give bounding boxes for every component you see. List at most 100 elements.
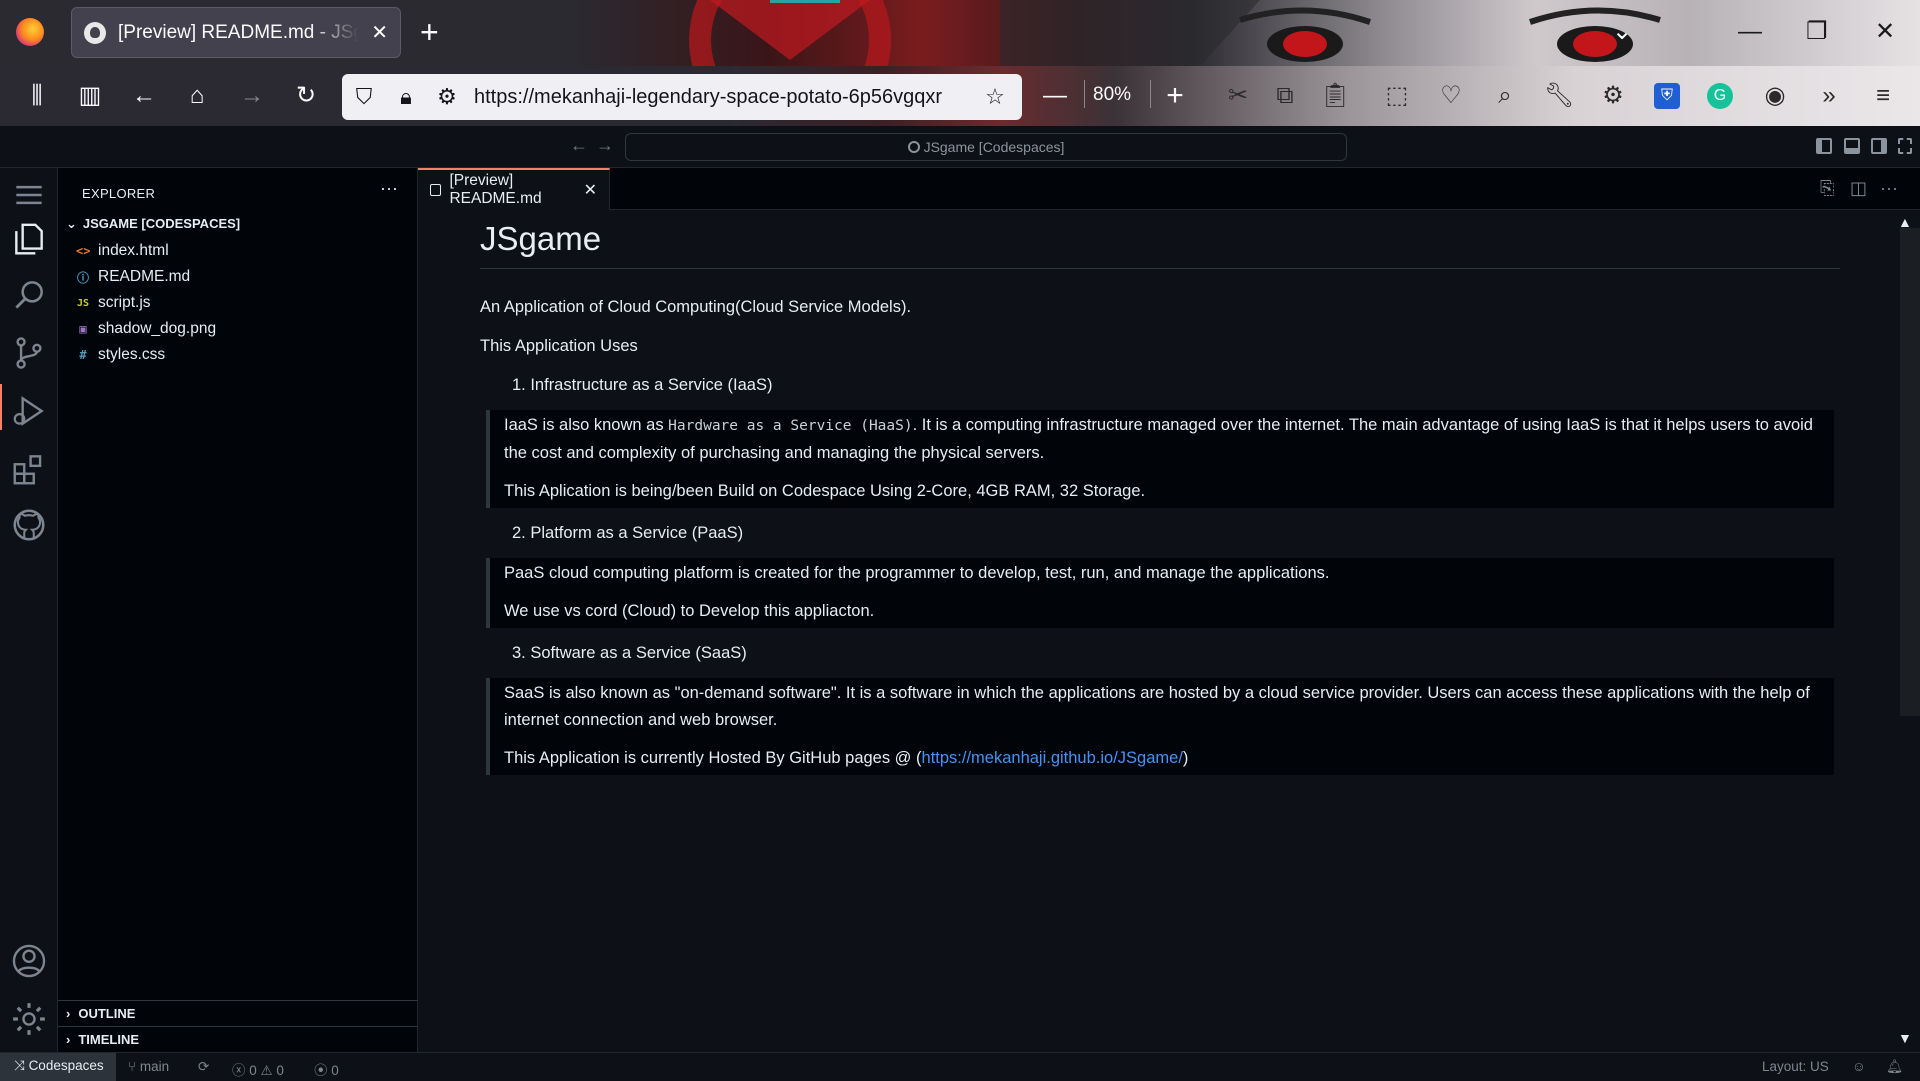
extensions-icon[interactable] — [10, 450, 48, 488]
inline-code: Hardware as a Service (HaaS) — [668, 418, 913, 434]
permissions-icon[interactable]: ⚙︎ — [434, 84, 460, 110]
command-center[interactable]: JSgame [Codespaces] — [625, 133, 1347, 161]
url-text[interactable]: https://mekanhaji-legendary-space-potato… — [474, 86, 974, 109]
hamburger-menu-icon[interactable] — [10, 176, 48, 214]
devtools-wrench-icon[interactable]: 🔧︎ — [1542, 79, 1576, 113]
run-and-debug-icon[interactable] — [10, 392, 48, 430]
remote-indicator[interactable]: ⤨ Codespaces — [0, 1053, 116, 1081]
go-forward-icon[interactable]: → — [596, 135, 614, 156]
markdown-preview: JSgame An Application of Cloud Computing… — [480, 220, 1840, 786]
notifications-bell-icon[interactable]: 🔔︎ — [1886, 1059, 1903, 1075]
image-file-icon: ▣ — [79, 322, 87, 336]
ports-indicator[interactable]: ⦿ 0 — [314, 1059, 339, 1079]
feedback-icon[interactable]: ☺ — [1852, 1059, 1866, 1074]
grammarly-extension-icon[interactable]: G — [1707, 83, 1733, 109]
timeline-section[interactable]: › TIMELINE — [58, 1026, 418, 1052]
new-tab-button[interactable]: + — [420, 14, 439, 50]
search-icon[interactable]: ⌕ — [1488, 79, 1522, 113]
readme-uses: This Application Uses — [480, 337, 638, 355]
zoom-out-button[interactable]: — — [1038, 79, 1072, 113]
close-editor-icon[interactable]: ✕ — [584, 180, 597, 200]
info-file-icon: ⓘ — [76, 270, 89, 285]
scroll-up-icon[interactable]: ▲ — [1898, 214, 1912, 230]
preview-icon — [430, 184, 442, 196]
copy-icon[interactable]: ⧉ — [1268, 79, 1302, 113]
list-item-paas: 2. Platform as a Service (PaaS) — [512, 524, 744, 542]
close-window-icon[interactable]: ✕ — [1875, 14, 1895, 50]
library-icon[interactable]: ⫼ — [20, 79, 54, 113]
scroll-down-icon[interactable]: ▼ — [1898, 1030, 1912, 1046]
remote-label: Codespaces — [28, 1058, 104, 1073]
github-icon[interactable] — [10, 506, 48, 544]
explorer-files-icon[interactable] — [10, 220, 48, 258]
file-index-html[interactable]: <> index.html — [76, 238, 169, 264]
app-menu-icon[interactable]: ≡ — [1866, 79, 1900, 113]
close-tab-icon[interactable]: ✕ — [371, 20, 388, 45]
file-shadow-dog-png[interactable]: ▣ shadow_dog.png — [76, 316, 216, 342]
editor-more-actions-icon[interactable]: ··· — [1880, 178, 1898, 199]
sidebar-toggle-icon[interactable]: ▥ — [73, 79, 107, 113]
zoom-level[interactable]: 80% — [1093, 84, 1131, 106]
iaas-note: This Aplication is being/been Build on C… — [504, 482, 1146, 500]
screenshot-icon[interactable]: ⬚ — [1380, 79, 1414, 113]
file-readme-md[interactable]: ⓘ README.md — [76, 264, 190, 290]
toggle-panel-icon[interactable] — [1844, 138, 1860, 154]
overflow-chevrons-icon[interactable]: » — [1812, 79, 1846, 113]
go-back-icon[interactable]: ← — [570, 135, 588, 156]
customize-layout-icon[interactable] — [1898, 138, 1912, 154]
settings-gear-icon[interactable]: ⚙ — [1596, 79, 1630, 113]
search-icon — [907, 141, 920, 153]
toggle-secondary-sidebar-icon[interactable] — [1871, 138, 1887, 154]
error-icon: ⓧ — [232, 1063, 250, 1078]
search-icon[interactable] — [10, 276, 48, 314]
editor-tab-readme-preview[interactable]: [Preview] README.md ✕ — [418, 168, 610, 210]
list-all-tabs-icon[interactable]: ⌄ — [1612, 14, 1632, 50]
pocket-icon[interactable]: ♡ — [1434, 79, 1468, 113]
sync-icon[interactable]: ⟳ — [198, 1059, 209, 1075]
restore-window-icon[interactable]: ❐ — [1806, 14, 1828, 50]
browser-tab-active[interactable]: [Preview] README.md - JSgame [Codespaces… — [71, 7, 401, 58]
bookmark-star-icon[interactable]: ☆ — [982, 84, 1008, 110]
preview-scrollbar[interactable] — [1896, 210, 1920, 1052]
toggle-primary-sidebar-icon[interactable] — [1816, 138, 1832, 154]
accounts-icon[interactable] — [10, 942, 48, 980]
split-editor-icon[interactable]: ◫ — [1850, 178, 1867, 199]
file-styles-css[interactable]: # styles.css — [76, 342, 165, 368]
manage-gear-icon[interactable] — [10, 1000, 48, 1038]
github-pages-link[interactable]: https://mekanhaji.github.io/JSgame/ — [922, 749, 1183, 767]
bitwarden-extension-icon[interactable]: ⛨ — [1654, 83, 1680, 109]
outline-label: OUTLINE — [78, 1006, 136, 1021]
chevron-right-icon: › — [66, 1032, 71, 1047]
remote-icon: ⤨ — [14, 1058, 29, 1073]
paste-icon[interactable]: 📋︎ — [1318, 79, 1352, 113]
keyboard-layout[interactable]: Layout: US — [1762, 1059, 1829, 1074]
command-center-label: JSgame [Codespaces] — [923, 139, 1065, 155]
lock-icon[interactable]: 🔒︎ — [393, 84, 419, 110]
open-source-icon[interactable]: ⎘ — [1820, 178, 1834, 199]
zoom-in-button[interactable]: + — [1158, 79, 1192, 113]
reload-icon[interactable]: ↻ — [289, 79, 323, 113]
file-script-js[interactable]: JS script.js — [76, 290, 151, 316]
back-arrow-icon[interactable]: ← — [127, 79, 161, 113]
github-favicon-icon — [84, 21, 106, 44]
home-icon[interactable]: ⌂ — [180, 79, 214, 113]
source-control-icon[interactable] — [10, 334, 48, 372]
forward-arrow-icon[interactable]: → — [235, 79, 269, 113]
outline-section[interactable]: › OUTLINE — [58, 1000, 418, 1026]
file-label: script.js — [98, 294, 151, 311]
scrollbar-thumb[interactable] — [1900, 228, 1920, 716]
extension-owl-icon[interactable]: ◉ — [1758, 79, 1792, 113]
file-label: styles.css — [98, 346, 166, 363]
activity-bar — [0, 168, 58, 1052]
workspace-folder[interactable]: ⌄ JSGAME [CODESPACES] — [66, 216, 240, 232]
cut-icon[interactable]: ✂ — [1221, 79, 1255, 113]
explorer-more-actions-icon[interactable]: ··· — [380, 178, 398, 199]
tracking-protection-shield-icon[interactable]: ⛉ — [351, 84, 377, 110]
address-bar[interactable]: ⛉ 🔒︎ ⚙︎ https://mekanhaji-legendary-spac… — [342, 74, 1022, 120]
branch-indicator[interactable]: ⑂ main — [128, 1059, 169, 1074]
minimize-window-icon[interactable]: — — [1738, 14, 1762, 50]
browser-tab-bar: [Preview] README.md - JSgame [Codespaces… — [0, 0, 1920, 66]
problems-indicator[interactable]: ⓧ 0 ⚠ 0 — [232, 1059, 284, 1079]
browser-tab-title: [Preview] README.md - JSgame [Codespaces… — [118, 21, 360, 43]
list-item-saas: 3. Software as a Service (SaaS) — [512, 644, 747, 662]
